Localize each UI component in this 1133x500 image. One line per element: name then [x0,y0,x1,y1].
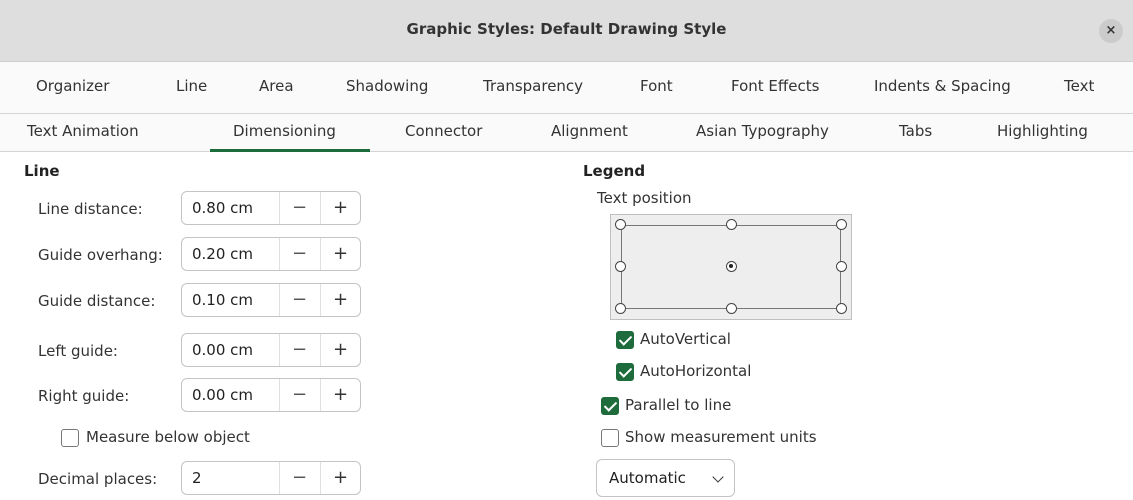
tab-connector[interactable]: Connector [405,122,482,140]
units-dropdown[interactable]: Automatic [596,459,735,497]
position-center-handle-selected[interactable] [726,261,737,272]
tab-indents-spacing[interactable]: Indents & Spacing [874,77,1011,95]
position-middle-right-handle[interactable] [836,261,847,272]
parallel-to-line-checkbox[interactable] [601,397,619,415]
guide-overhang-spinbox[interactable]: 0.20 cm − + [181,237,361,271]
line-distance-label: Line distance: [38,200,143,218]
auto-horizontal-label[interactable]: AutoHorizontal [640,362,751,380]
title-bar: Graphic Styles: Default Drawing Style × [0,0,1133,62]
left-guide-value[interactable]: 0.00 cm [192,341,253,359]
tab-highlighting[interactable]: Highlighting [997,122,1088,140]
tab-font[interactable]: Font [640,77,673,95]
plus-icon[interactable]: + [320,462,360,494]
left-guide-label: Left guide: [38,342,118,360]
position-top-center-handle[interactable] [726,219,737,230]
position-bottom-right-handle[interactable] [836,303,847,314]
right-guide-value[interactable]: 0.00 cm [192,386,253,404]
legend-section-title: Legend [583,162,646,180]
show-units-checkbox[interactable] [601,429,619,447]
position-bottom-left-handle[interactable] [615,303,626,314]
text-position-selector[interactable] [610,214,852,320]
tab-alignment[interactable]: Alignment [551,122,628,140]
chevron-down-icon[interactable] [712,471,724,483]
right-guide-label: Right guide: [38,387,130,405]
guide-distance-spinbox[interactable]: 0.10 cm − + [181,283,361,317]
auto-vertical-checkbox[interactable] [616,331,634,349]
tab-shadowing[interactable]: Shadowing [346,77,428,95]
tab-text[interactable]: Text [1064,77,1094,95]
plus-icon[interactable]: + [320,334,360,366]
line-distance-value[interactable]: 0.80 cm [192,199,253,217]
decimal-places-spinbox[interactable]: 2 − + [181,461,361,495]
dialog-title: Graphic Styles: Default Drawing Style [406,20,727,38]
decimal-places-label: Decimal places: [38,470,158,488]
tab-row-1: Organizer Line Area Shadowing Transparen… [0,62,1133,114]
minus-icon[interactable]: − [279,334,319,366]
show-units-label[interactable]: Show measurement units [625,428,817,446]
plus-icon[interactable]: + [320,379,360,411]
tab-text-animation[interactable]: Text Animation [27,122,139,140]
plus-icon[interactable]: + [320,238,360,270]
tab-transparency[interactable]: Transparency [483,77,583,95]
minus-icon[interactable]: − [279,284,319,316]
decimal-places-value[interactable]: 2 [192,469,202,487]
line-distance-spinbox[interactable]: 0.80 cm − + [181,191,361,225]
tab-organizer[interactable]: Organizer [36,77,109,95]
parallel-to-line-label[interactable]: Parallel to line [625,396,731,414]
text-position-label: Text position [597,189,692,207]
guide-distance-value[interactable]: 0.10 cm [192,291,253,309]
minus-icon[interactable]: − [279,192,319,224]
minus-icon[interactable]: − [279,462,319,494]
position-top-right-handle[interactable] [836,219,847,230]
minus-icon[interactable]: − [279,379,319,411]
position-middle-left-handle[interactable] [615,261,626,272]
auto-vertical-label[interactable]: AutoVertical [640,330,731,348]
measure-below-label[interactable]: Measure below object [86,428,250,446]
units-dropdown-value[interactable]: Automatic [609,469,686,487]
active-tab-indicator [210,149,370,152]
position-top-left-handle[interactable] [615,219,626,230]
tab-tabs[interactable]: Tabs [899,122,932,140]
tab-row-2: Text Animation Dimensioning Connector Al… [0,114,1133,152]
close-icon[interactable]: × [1099,19,1123,43]
tab-font-effects[interactable]: Font Effects [731,77,819,95]
plus-icon[interactable]: + [320,284,360,316]
minus-icon[interactable]: − [279,238,319,270]
line-section-title: Line [24,162,60,180]
guide-overhang-label: Guide overhang: [38,246,163,264]
tab-line[interactable]: Line [176,77,207,95]
tab-area[interactable]: Area [259,77,294,95]
left-guide-spinbox[interactable]: 0.00 cm − + [181,333,361,367]
guide-overhang-value[interactable]: 0.20 cm [192,245,253,263]
auto-horizontal-checkbox[interactable] [616,363,634,381]
right-guide-spinbox[interactable]: 0.00 cm − + [181,378,361,412]
tab-dimensioning[interactable]: Dimensioning [233,122,336,140]
position-bottom-center-handle[interactable] [726,303,737,314]
tab-asian-typography[interactable]: Asian Typography [696,122,829,140]
measure-below-checkbox[interactable] [61,429,79,447]
plus-icon[interactable]: + [320,192,360,224]
guide-distance-label: Guide distance: [38,292,156,310]
